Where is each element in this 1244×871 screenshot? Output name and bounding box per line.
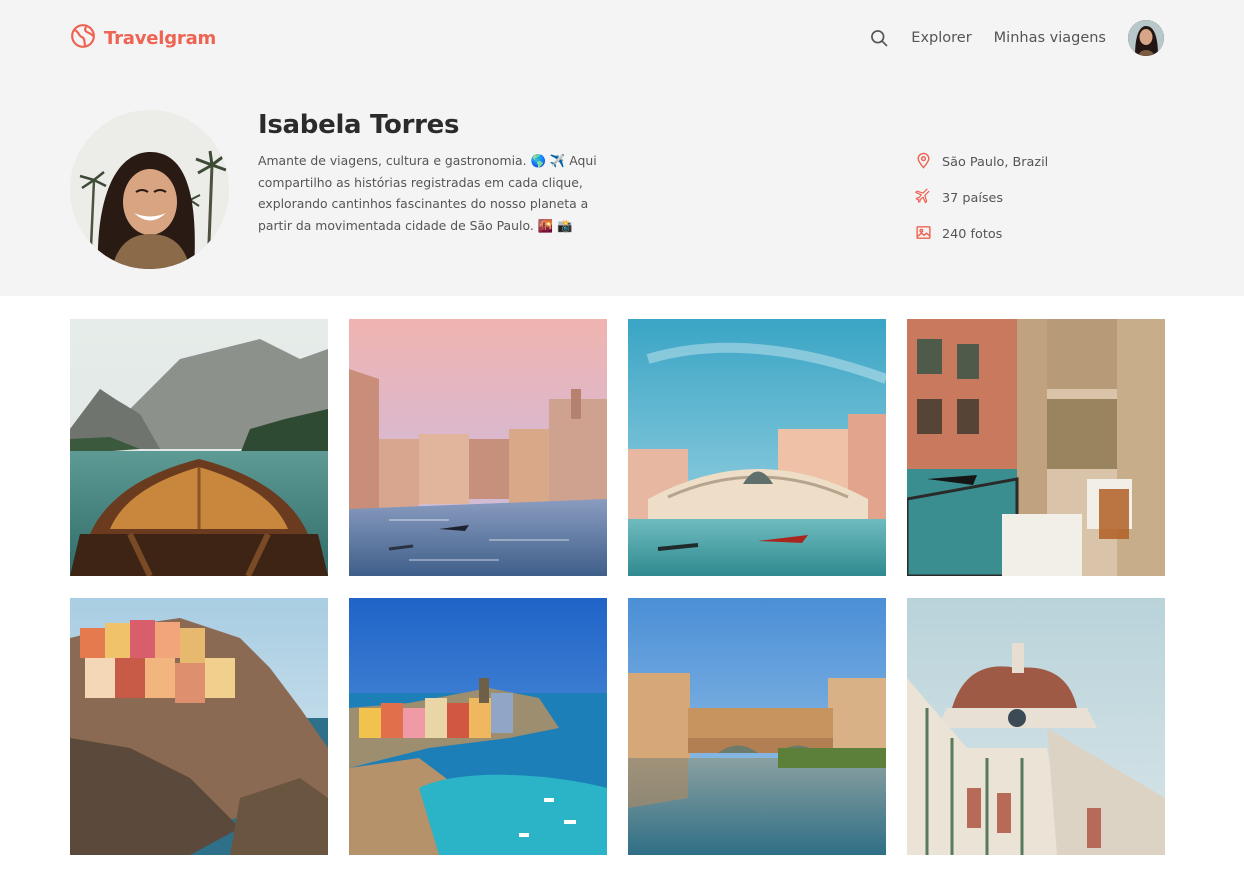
nav-link-explorer[interactable]: Explorer <box>911 30 971 46</box>
user-avatar[interactable] <box>1128 20 1164 56</box>
image-icon <box>915 224 942 245</box>
profile-section: Isabela Torres Amante de viagens, cultur… <box>70 110 1164 270</box>
globe-icon <box>70 23 96 53</box>
nav-link-my-trips[interactable]: Minhas viagens <box>994 30 1106 46</box>
stat-photos-text: 240 fotos <box>942 226 1003 242</box>
stat-countries: 37 países <box>915 180 1048 216</box>
photo-canal-cafe[interactable] <box>907 319 1165 576</box>
stat-photos: 240 fotos <box>915 216 1048 252</box>
profile-info: Isabela Torres Amante de viagens, cultur… <box>258 110 598 236</box>
location-pin-icon <box>915 151 942 174</box>
photo-lake-boat[interactable] <box>70 319 328 576</box>
stat-countries-text: 37 países <box>942 190 1004 206</box>
profile-stats: São Paulo, Brazil 37 países 240 fotos <box>915 144 1048 252</box>
photo-cliff-village[interactable] <box>70 598 328 855</box>
profile-header: Travelgram Explorer Minhas viagens Isabe… <box>0 0 1244 296</box>
navbar: Travelgram Explorer Minhas viagens <box>70 18 1164 58</box>
brand-logo[interactable]: Travelgram <box>70 23 216 53</box>
photo-rialto-bridge[interactable] <box>628 319 886 576</box>
brand-name: Travelgram <box>104 27 217 49</box>
photo-ponte-vecchio[interactable] <box>628 598 886 855</box>
nav-menu: Explorer Minhas viagens <box>869 20 1164 56</box>
photo-coastal-village[interactable] <box>349 598 607 855</box>
photo-grid <box>70 319 1165 855</box>
profile-bio: Amante de viagens, cultura e gastronomia… <box>258 153 597 233</box>
plane-icon <box>915 187 942 209</box>
stat-location-text: São Paulo, Brazil <box>942 154 1049 170</box>
stat-location: São Paulo, Brazil <box>915 144 1048 180</box>
search-icon[interactable] <box>869 28 889 48</box>
profile-name: Isabela Torres <box>258 110 460 140</box>
photo-venice-canal[interactable] <box>349 319 607 576</box>
profile-avatar <box>70 110 229 269</box>
photo-florence-cathedral[interactable] <box>907 598 1165 855</box>
